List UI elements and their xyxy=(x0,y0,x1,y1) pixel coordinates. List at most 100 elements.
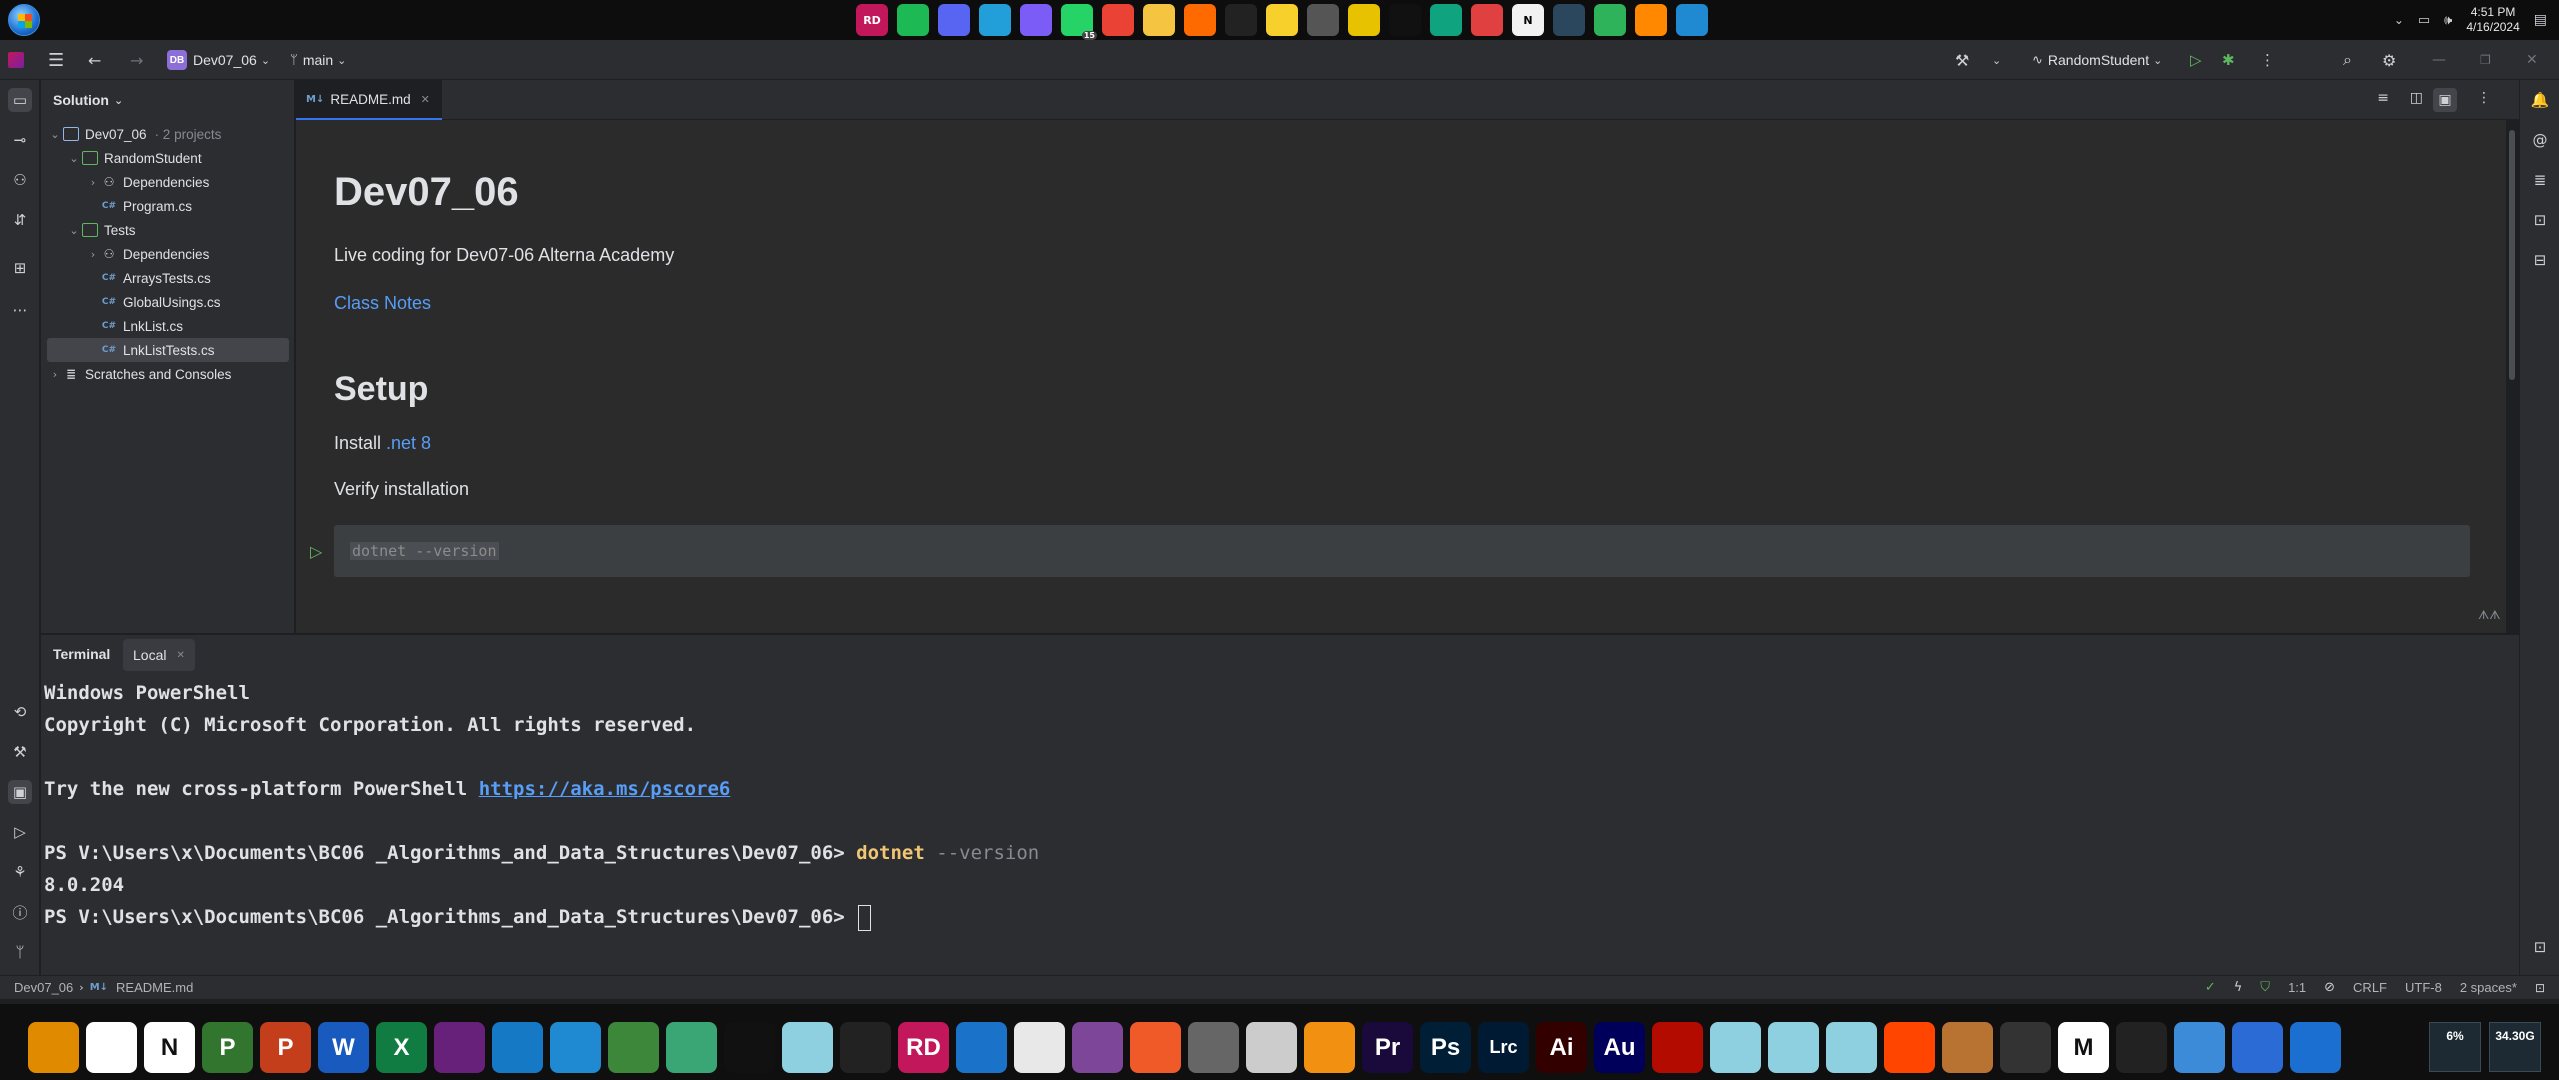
event-log-icon[interactable]: ⊡ xyxy=(2528,935,2552,959)
services-icon[interactable]: ⟲ xyxy=(8,700,32,724)
notification-icon[interactable]: ▤ xyxy=(2534,12,2547,28)
monitor-app-icon[interactable] xyxy=(2290,1022,2341,1073)
vlc-app-icon[interactable] xyxy=(1635,4,1667,36)
rider-app-icon[interactable]: RD xyxy=(856,4,888,36)
reader-mode-icon[interactable]: ᗑᗑ xyxy=(2478,608,2501,623)
atom-app-icon[interactable] xyxy=(666,1022,717,1073)
unity-hub-app-icon[interactable] xyxy=(2116,1022,2167,1073)
vscode-dock-app-icon[interactable] xyxy=(550,1022,601,1073)
build-icon[interactable]: ⚒ xyxy=(8,740,32,764)
tab-local[interactable]: Local ✕ xyxy=(123,639,195,671)
chevron-up-icon[interactable]: ⌄ xyxy=(2394,13,2404,27)
spotify-app-icon[interactable] xyxy=(897,4,929,36)
authy-app-icon[interactable] xyxy=(1348,4,1380,36)
powerpoint-app-icon[interactable]: P xyxy=(260,1022,311,1073)
dotnet-link[interactable]: .net 8 xyxy=(386,433,431,453)
steam-app-icon[interactable] xyxy=(1553,4,1585,36)
vscode-app-icon[interactable] xyxy=(1676,4,1708,36)
file-encoding[interactable]: UTF-8 xyxy=(2405,980,2442,995)
search-icon[interactable]: ⌕ xyxy=(2343,40,2352,80)
word-app-icon[interactable]: W xyxy=(318,1022,369,1073)
mysql-app-icon[interactable] xyxy=(1304,1022,1355,1073)
cpu-widget[interactable]: 6% xyxy=(2429,1022,2481,1072)
chevron-right-icon[interactable]: › xyxy=(85,248,101,261)
terminal-output[interactable]: Windows PowerShell Copyright (C) Microsof… xyxy=(44,677,1039,933)
sticky-notes-app-icon[interactable] xyxy=(1266,4,1298,36)
tree-item[interactable]: › ⚇ Dependencies xyxy=(47,170,289,194)
ai-assistant-icon[interactable]: @ xyxy=(2528,128,2552,152)
telegram-app-icon[interactable] xyxy=(979,4,1011,36)
discord-app-icon[interactable] xyxy=(938,4,970,36)
chatgpt-app-icon[interactable] xyxy=(840,1022,891,1073)
premiere-app-icon[interactable]: Pr xyxy=(1362,1022,1413,1073)
webcam-app-icon[interactable] xyxy=(2232,1022,2283,1073)
tree-item[interactable]: ⌄ Tests xyxy=(47,218,289,242)
visual-studio-app-icon[interactable] xyxy=(434,1022,485,1073)
tiktok-app-icon[interactable] xyxy=(1225,4,1257,36)
check-icon[interactable]: ✓ xyxy=(2205,980,2216,995)
tree-item[interactable]: › ⚇ Dependencies xyxy=(47,242,289,266)
messenger-app-icon[interactable] xyxy=(1020,4,1052,36)
power-save-icon[interactable]: ϟ xyxy=(2234,980,2243,995)
clipboard-app-icon[interactable] xyxy=(28,1022,79,1073)
rider-dock-app-icon[interactable]: RD xyxy=(898,1022,949,1073)
run-code-icon[interactable]: ▷ xyxy=(310,542,322,561)
folder-app-1-icon[interactable] xyxy=(782,1022,833,1073)
whatsapp-app-icon[interactable]: 15 xyxy=(1061,4,1097,40)
chevron-right-icon[interactable]: › xyxy=(85,176,101,189)
tree-item[interactable]: ⌄ RandomStudent xyxy=(47,146,289,170)
network-icon[interactable]: ▭ xyxy=(2418,13,2430,28)
notifications-bell-icon[interactable]: 🔔 xyxy=(2528,88,2552,112)
acrobat-app-icon[interactable] xyxy=(1652,1022,1703,1073)
chrome-app-icon[interactable] xyxy=(1102,4,1134,36)
run-tool-icon[interactable]: ▷ xyxy=(8,820,32,844)
pull-requests-icon[interactable]: ⇵ xyxy=(8,208,32,232)
git-app-icon[interactable] xyxy=(1014,1022,1065,1073)
build-dropdown-icon[interactable]: ⌄ xyxy=(1992,40,2001,80)
editor-only-icon[interactable]: ≡ xyxy=(2377,90,2389,106)
breadcrumb-project[interactable]: Dev07_06 xyxy=(14,980,73,995)
tab-readme[interactable]: M↓ README.md ✕ xyxy=(296,80,442,120)
breadcrumb-file[interactable]: README.md xyxy=(116,980,193,995)
shield-icon[interactable]: ⛉ xyxy=(2260,980,2270,995)
memory-widget[interactable]: 34.30G xyxy=(2489,1022,2541,1072)
terminal-icon[interactable]: ▣ xyxy=(8,780,32,804)
lock-icon[interactable]: ⊡ xyxy=(2535,981,2545,995)
photoshop-app-icon[interactable]: Ps xyxy=(1420,1022,1471,1073)
readonly-icon[interactable]: ⊘ xyxy=(2324,980,2335,995)
audition-app-icon[interactable]: Au xyxy=(1594,1022,1645,1073)
game-app-icon[interactable] xyxy=(2000,1022,2051,1073)
notion-dock-app-icon[interactable]: N xyxy=(144,1022,195,1073)
node-app-icon[interactable] xyxy=(608,1022,659,1073)
tree-item[interactable]: C# Program.cs xyxy=(47,194,289,218)
back-arrow-icon[interactable]: ← xyxy=(88,40,101,80)
tree-item[interactable]: › ≣ Scratches and Consoles xyxy=(47,362,289,386)
rider-logo-icon[interactable] xyxy=(8,40,24,80)
flame-app-icon[interactable] xyxy=(1884,1022,1935,1073)
snip-tool-app-icon[interactable] xyxy=(1307,4,1339,36)
unity-app-icon[interactable] xyxy=(86,1022,137,1073)
tree-item[interactable]: C# GlobalUsings.cs xyxy=(47,290,289,314)
main-menu-icon[interactable]: ☰ xyxy=(48,40,64,80)
fire-app-icon[interactable] xyxy=(1184,4,1216,36)
folder-app-2-icon[interactable] xyxy=(1710,1022,1761,1073)
close-icon[interactable]: ✕ xyxy=(2526,40,2538,80)
openai-app-icon[interactable] xyxy=(1430,4,1462,36)
build-hammer-icon[interactable]: ⚒ xyxy=(1955,40,1969,80)
solution-header[interactable]: Solution ⌄ xyxy=(41,80,294,120)
indent-setting[interactable]: 2 spaces* xyxy=(2460,980,2517,995)
chevron-down-icon[interactable]: ⌄ xyxy=(66,224,82,237)
commit-icon[interactable]: ⊸ xyxy=(8,128,32,152)
volume-icon[interactable]: 🕪 xyxy=(2444,13,2452,28)
git-icon[interactable]: ᛘ xyxy=(8,940,32,964)
editor-scrollbar[interactable] xyxy=(2509,130,2515,380)
more-actions-icon[interactable]: ⋮ xyxy=(2260,40,2275,80)
cog-app-icon[interactable] xyxy=(1942,1022,1993,1073)
pen-app-icon[interactable] xyxy=(1130,1022,1181,1073)
more-tools-icon[interactable]: ⋯ xyxy=(8,298,32,322)
chevron-down-icon[interactable]: ⌄ xyxy=(66,152,82,165)
problems-icon[interactable]: ⓘ xyxy=(8,900,32,924)
plugins-icon[interactable]: ⊞ xyxy=(8,256,32,280)
tor-app-icon[interactable] xyxy=(1072,1022,1123,1073)
tree-item[interactable]: C# LnkListTests.cs xyxy=(47,338,289,362)
